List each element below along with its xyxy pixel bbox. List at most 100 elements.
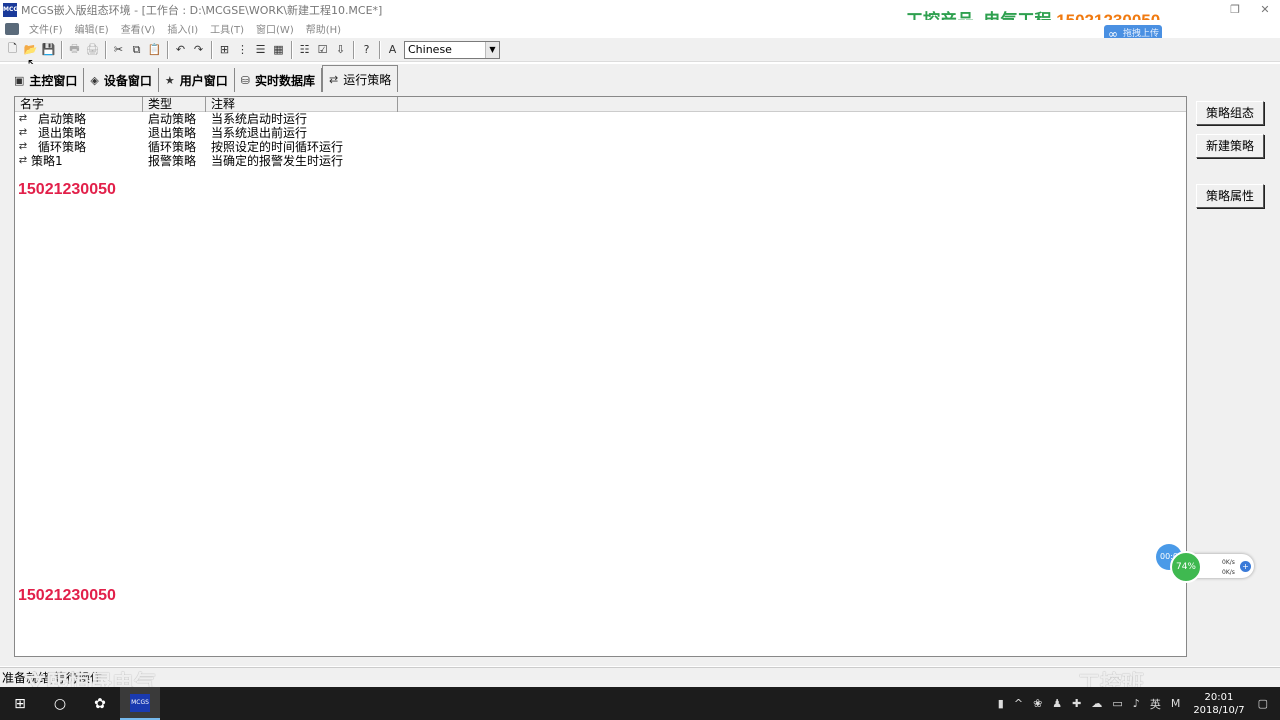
list-header: 名字 类型 注释 xyxy=(15,97,1186,112)
list-item[interactable]: ⇄ 退出策略 退出策略 当系统退出前运行 xyxy=(15,126,307,140)
start-icon[interactable]: ⊞ xyxy=(0,687,40,720)
mcgs-app-icon: MCGS xyxy=(130,693,150,712)
download-speed: 0K/s xyxy=(1222,569,1235,576)
menu-edit[interactable]: 编辑(E) xyxy=(69,21,115,36)
help-icon[interactable]: ? xyxy=(358,41,375,58)
table-view-icon[interactable]: ▦ xyxy=(270,41,287,58)
wechat-icon[interactable]: ☁ xyxy=(1091,697,1102,710)
tab-main-window[interactable]: ▣ 主控窗口 xyxy=(8,68,85,92)
overlay-phone-bottom: 15021230050 xyxy=(18,587,116,604)
align-icon[interactable]: ⊞ xyxy=(216,41,233,58)
tab-run-strategy[interactable]: ⇄ 运行策略 xyxy=(322,65,399,92)
fan-app-icon[interactable]: ✿ xyxy=(80,687,120,720)
strategy-properties-button[interactable]: 策略属性 xyxy=(1196,184,1264,208)
menu-tools[interactable]: 工具(T) xyxy=(204,21,250,36)
network-speed-widget[interactable]: 00:0 74% 0K/s 0K/s + xyxy=(1156,544,1256,584)
list-item[interactable]: ⇄ 循环策略 循环策略 按照设定的时间循环运行 xyxy=(15,140,343,154)
display-icon[interactable]: ▭ xyxy=(1112,697,1122,710)
strategy-icon: ⇄ xyxy=(18,155,28,166)
new-file-icon[interactable]: 🗋 xyxy=(4,41,21,58)
chevron-down-icon[interactable]: ▼ xyxy=(485,41,499,58)
strategy-icon: ⇄ xyxy=(18,127,28,138)
window-icon: ▣ xyxy=(14,73,25,87)
row-name: 退出策略 xyxy=(38,126,87,140)
menu-file[interactable]: 文件(F) xyxy=(23,21,69,36)
database-icon: ⛁ xyxy=(240,73,251,87)
tree-view-icon[interactable]: ⋮ xyxy=(234,41,251,58)
taskbar-mcgs-app[interactable]: MCGS xyxy=(120,687,160,720)
memory-usage-badge: 74% xyxy=(1170,551,1202,583)
column-header-type[interactable]: 类型 xyxy=(143,97,206,112)
clock-date: 2018/10/7 xyxy=(1193,704,1245,716)
menu-view[interactable]: 查看(V) xyxy=(115,21,162,36)
menu-insert[interactable]: 插入(I) xyxy=(161,21,204,36)
column-header-name[interactable]: 名字 xyxy=(15,97,143,112)
download-icon[interactable]: ⇩ xyxy=(332,41,349,58)
row-type: 报警策略 xyxy=(148,154,197,168)
clock[interactable]: 20:01 2018/10/7 xyxy=(1193,691,1244,717)
cut-icon[interactable]: ✂ xyxy=(110,41,127,58)
ime-icon[interactable]: M xyxy=(1171,697,1181,710)
clock-time: 20:01 xyxy=(1204,691,1234,703)
volume-icon[interactable]: ♪ xyxy=(1133,697,1140,710)
list-view-icon[interactable]: ☰ xyxy=(252,41,269,58)
strategy-config-button[interactable]: 策略组态 xyxy=(1196,101,1264,125)
content-panel: 名字 类型 注释 ⇄ 启动策略 启动策略 当系统启动时运行 ⇄ 退出策略 退出策略 … xyxy=(0,92,1280,666)
strategy-list[interactable]: 名字 类型 注释 ⇄ 启动策略 启动策略 当系统启动时运行 ⇄ 退出策略 退出策略 … xyxy=(14,96,1187,657)
undo-icon[interactable]: ↶ xyxy=(172,41,189,58)
strategy-icon: ⇄ xyxy=(329,72,339,86)
row-name: 策略1 xyxy=(31,154,63,168)
row-type: 退出策略 xyxy=(148,126,197,140)
menu-help[interactable]: 帮助(H) xyxy=(300,21,347,36)
toolbar-separator xyxy=(379,40,381,59)
new-strategy-button[interactable]: 新建策略 xyxy=(1196,134,1264,158)
tab-realtime-database[interactable]: ⛁ 实时数据库 xyxy=(235,68,323,92)
list-item[interactable]: ⇄ 启动策略 启动策略 当系统启动时运行 xyxy=(15,112,307,126)
overlay-phone-top: 15021230050 xyxy=(18,181,116,198)
column-header-note[interactable]: 注释 xyxy=(206,97,398,112)
notification-icon[interactable]: ▢ xyxy=(1258,697,1268,710)
plus-tray-icon[interactable]: ✚ xyxy=(1072,697,1081,710)
person-icon[interactable]: ♟ xyxy=(1052,697,1062,710)
print-preview-icon[interactable]: 🖶 xyxy=(66,41,83,58)
redo-icon[interactable]: ↷ xyxy=(190,41,207,58)
tab-label: 用户窗口 xyxy=(179,73,228,88)
row-note: 当确定的报警发生时运行 xyxy=(211,154,344,168)
list-item[interactable]: ⇄ 策略1 报警策略 当确定的报警发生时运行 xyxy=(15,154,343,168)
properties-icon[interactable]: ☷ xyxy=(296,41,313,58)
paste-icon[interactable]: 📋 xyxy=(146,41,163,58)
menu-window[interactable]: 窗口(W) xyxy=(250,21,300,36)
strategy-icon: ⇄ xyxy=(18,141,28,152)
battery-icon[interactable]: ▮ xyxy=(998,697,1004,710)
ime-mode[interactable]: 英 xyxy=(1150,696,1161,712)
print-icon[interactable]: 🖨 xyxy=(84,41,101,58)
upload-speed: 0K/s xyxy=(1222,559,1235,566)
tab-label: 实时数据库 xyxy=(255,73,316,88)
search-icon[interactable]: ○ xyxy=(40,687,80,720)
language-icon[interactable]: A xyxy=(384,41,401,58)
toolbar-separator xyxy=(291,40,293,59)
save-icon[interactable]: 💾 xyxy=(40,41,57,58)
tab-label: 设备窗口 xyxy=(103,73,152,88)
check-icon[interactable]: ☑ xyxy=(314,41,331,58)
toolbar-separator xyxy=(353,40,355,59)
language-select[interactable]: Chinese ▼ xyxy=(404,40,500,59)
copy-icon[interactable]: ⧉ xyxy=(128,41,145,58)
plus-icon[interactable]: + xyxy=(1240,561,1251,572)
strategy-icon: ⇄ xyxy=(18,113,28,124)
window-title: MCGS嵌入版组态环境 - [工作台 : D:\MCGSE\WORK\新建工程1… xyxy=(21,4,383,17)
system-tray: ▮ ^ ❀ ♟ ✚ ☁ ▭ ♪ 英 M 20:01 2018/10/7 ▢ xyxy=(993,687,1280,720)
app-logo-icon: MCGS xyxy=(3,3,23,17)
chevron-up-icon[interactable]: ^ xyxy=(1014,697,1023,710)
document-icon[interactable] xyxy=(5,22,19,35)
app-window: MCGS MCGS嵌入版组态环境 - [工作台 : D:\MCGSE\WORK\… xyxy=(0,0,1280,720)
restore-button[interactable]: ❐ xyxy=(1220,0,1250,20)
row-type: 循环策略 xyxy=(148,140,197,154)
close-button[interactable]: ✕ xyxy=(1250,0,1280,20)
row-name: 启动策略 xyxy=(38,112,87,126)
device-icon: ◈ xyxy=(90,73,99,87)
toolbar-separator xyxy=(105,40,107,59)
flower-icon[interactable]: ❀ xyxy=(1033,697,1042,710)
tab-device-window[interactable]: ◈ 设备窗口 xyxy=(84,68,159,92)
tab-user-window[interactable]: ★ 用户窗口 xyxy=(159,68,235,92)
